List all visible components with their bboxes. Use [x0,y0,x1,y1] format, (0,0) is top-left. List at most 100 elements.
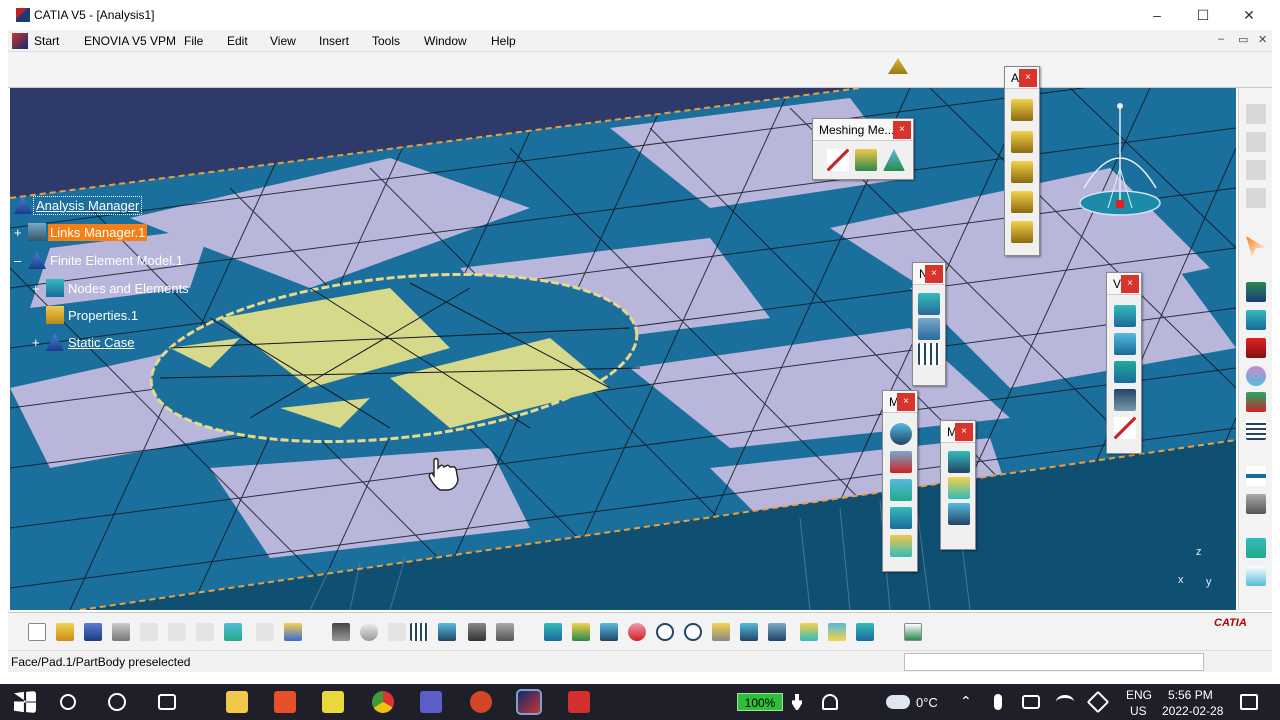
task-view-icon[interactable] [158,694,176,710]
menu-file[interactable]: File [184,34,203,48]
tree-label-static-case[interactable]: Static Case [66,334,136,351]
tree-item-properties[interactable]: Properties.1 [46,304,140,326]
disabled-tool-icon-2[interactable] [1246,132,1266,152]
workbench-icon[interactable] [888,58,908,74]
v-toolbar-header[interactable]: V × [1107,273,1141,295]
sketch-icon[interactable] [1246,282,1266,302]
shading-icon[interactable] [800,623,818,641]
undo-icon[interactable] [224,623,242,641]
language-secondary[interactable]: US [1130,704,1147,718]
file-explorer-icon[interactable] [226,691,248,713]
restraint-icon-5[interactable] [1011,221,1033,243]
wrench-icon[interactable] [1246,494,1266,514]
open-folder-icon[interactable] [56,623,74,641]
tree-label-analysis-manager[interactable]: Analysis Manager [32,195,143,215]
notification-icon[interactable] [1240,694,1258,710]
chevron-up-icon[interactable]: ⌃ [960,693,972,710]
disabled-tool-icon-3[interactable] [1246,160,1266,180]
rotate-icon[interactable] [628,623,646,641]
menu-insert[interactable]: Insert [319,34,349,48]
visualize-icon-3[interactable] [1114,361,1136,383]
image-icon[interactable] [1246,310,1266,330]
disabled-tool-icon-1[interactable] [1246,104,1266,124]
tree-label-links-manager[interactable]: Links Manager.1 [48,223,148,241]
acrobat-icon[interactable] [568,691,590,713]
grid-icon[interactable] [1246,566,1266,586]
snagit-icon[interactable] [274,691,296,713]
parts-icon[interactable] [468,623,486,641]
catalog-icon[interactable] [438,623,456,641]
network-icon[interactable] [1022,695,1040,709]
save-icon[interactable] [84,623,102,641]
model-icon-5[interactable] [890,535,912,557]
fit-all-icon[interactable] [572,623,590,641]
clock-date[interactable]: 2022-02-28 [1162,704,1223,718]
tree-item-links-manager[interactable]: + Links Manager.1 [14,221,148,243]
close-button[interactable]: ✕ [1240,6,1258,24]
n-toolbar-header[interactable]: N × [913,263,945,285]
paste-icon[interactable] [196,623,214,641]
visualize-icon-4[interactable] [1114,389,1136,411]
mdi-restore-button[interactable]: ▭ [1238,33,1248,46]
a-toolbar-close-button[interactable]: × [1019,69,1037,87]
model-icon-1[interactable] [890,423,912,445]
a-toolbar-header[interactable]: A × [1005,67,1039,89]
v-toolbar-close-button[interactable]: × [1121,275,1139,293]
swap-space-icon[interactable] [856,623,874,641]
expand-plus-icon[interactable]: + [32,335,46,350]
tree-root[interactable]: Analysis Manager [14,194,143,216]
3d-viewport[interactable]: Analysis Manager + Links Manager.1 – Fin… [10,88,1236,610]
microphone-icon[interactable] [994,694,1002,710]
report-icon[interactable] [1246,338,1266,358]
help-icon[interactable] [284,623,302,641]
hide-show-icon[interactable] [828,623,846,641]
measure-icon[interactable] [1246,466,1266,486]
start-menu-icon[interactable] [12,33,28,49]
catia-taskbar-icon[interactable] [516,689,542,715]
n-toolbar-close-button[interactable]: × [925,265,943,283]
language-primary[interactable]: ENG [1126,688,1152,702]
visualize-icon-5[interactable] [1114,417,1136,439]
copy-icon[interactable] [168,623,186,641]
powerpoint-icon[interactable] [470,691,492,713]
expand-plus-icon[interactable]: + [14,225,28,240]
restraint-icon-1[interactable] [1011,99,1033,121]
workbench-tree-icon[interactable] [904,623,922,641]
table-icon[interactable] [1246,420,1266,440]
search-icon[interactable] [60,694,76,710]
m-toolbar-2-close-button[interactable]: × [955,423,973,441]
tetra-mesh-icon[interactable] [883,149,905,171]
menu-tools[interactable]: Tools [372,34,400,48]
restraint-icon-2[interactable] [1011,131,1033,153]
mesh-tool-icon-2[interactable] [948,477,970,499]
tree-item-nodes[interactable]: + Nodes and Elements [32,277,191,299]
pen-icon[interactable] [1086,690,1110,714]
cut-icon[interactable] [140,623,158,641]
tree-label-fem[interactable]: Finite Element Model.1 [48,252,185,269]
m-toolbar-2-header[interactable]: M × [941,421,975,443]
m-toolbar-1-header[interactable]: M × [883,391,917,413]
restraint-icon-4[interactable] [1011,191,1033,213]
new-file-icon[interactable] [28,623,46,641]
model-icon-3[interactable] [890,479,912,501]
visualize-icon-2[interactable] [1114,333,1136,355]
command-input[interactable] [904,653,1204,671]
wifi-icon[interactable] [1056,695,1074,709]
disabled-tool-icon-4[interactable] [1246,188,1266,208]
iso-view-icon[interactable] [768,623,786,641]
menu-help[interactable]: Help [491,34,516,48]
temperature[interactable]: 0°C [916,695,938,710]
menu-enovia[interactable]: ENOVIA V5 VPM [84,34,176,48]
redo-icon[interactable] [256,623,274,641]
clock-time[interactable]: 5:56 PM [1168,688,1213,702]
formula-icon[interactable] [332,623,350,641]
tree-label-properties[interactable]: Properties.1 [66,307,140,324]
collapse-minus-icon[interactable]: – [14,253,28,268]
menu-view[interactable]: View [270,34,296,48]
zoom-in-icon[interactable] [656,623,674,641]
pan-icon[interactable] [600,623,618,641]
print-icon[interactable] [112,623,130,641]
minimize-button[interactable]: – [1148,6,1166,24]
menu-edit[interactable]: Edit [227,34,248,48]
color-palette-icon[interactable] [1246,366,1266,386]
